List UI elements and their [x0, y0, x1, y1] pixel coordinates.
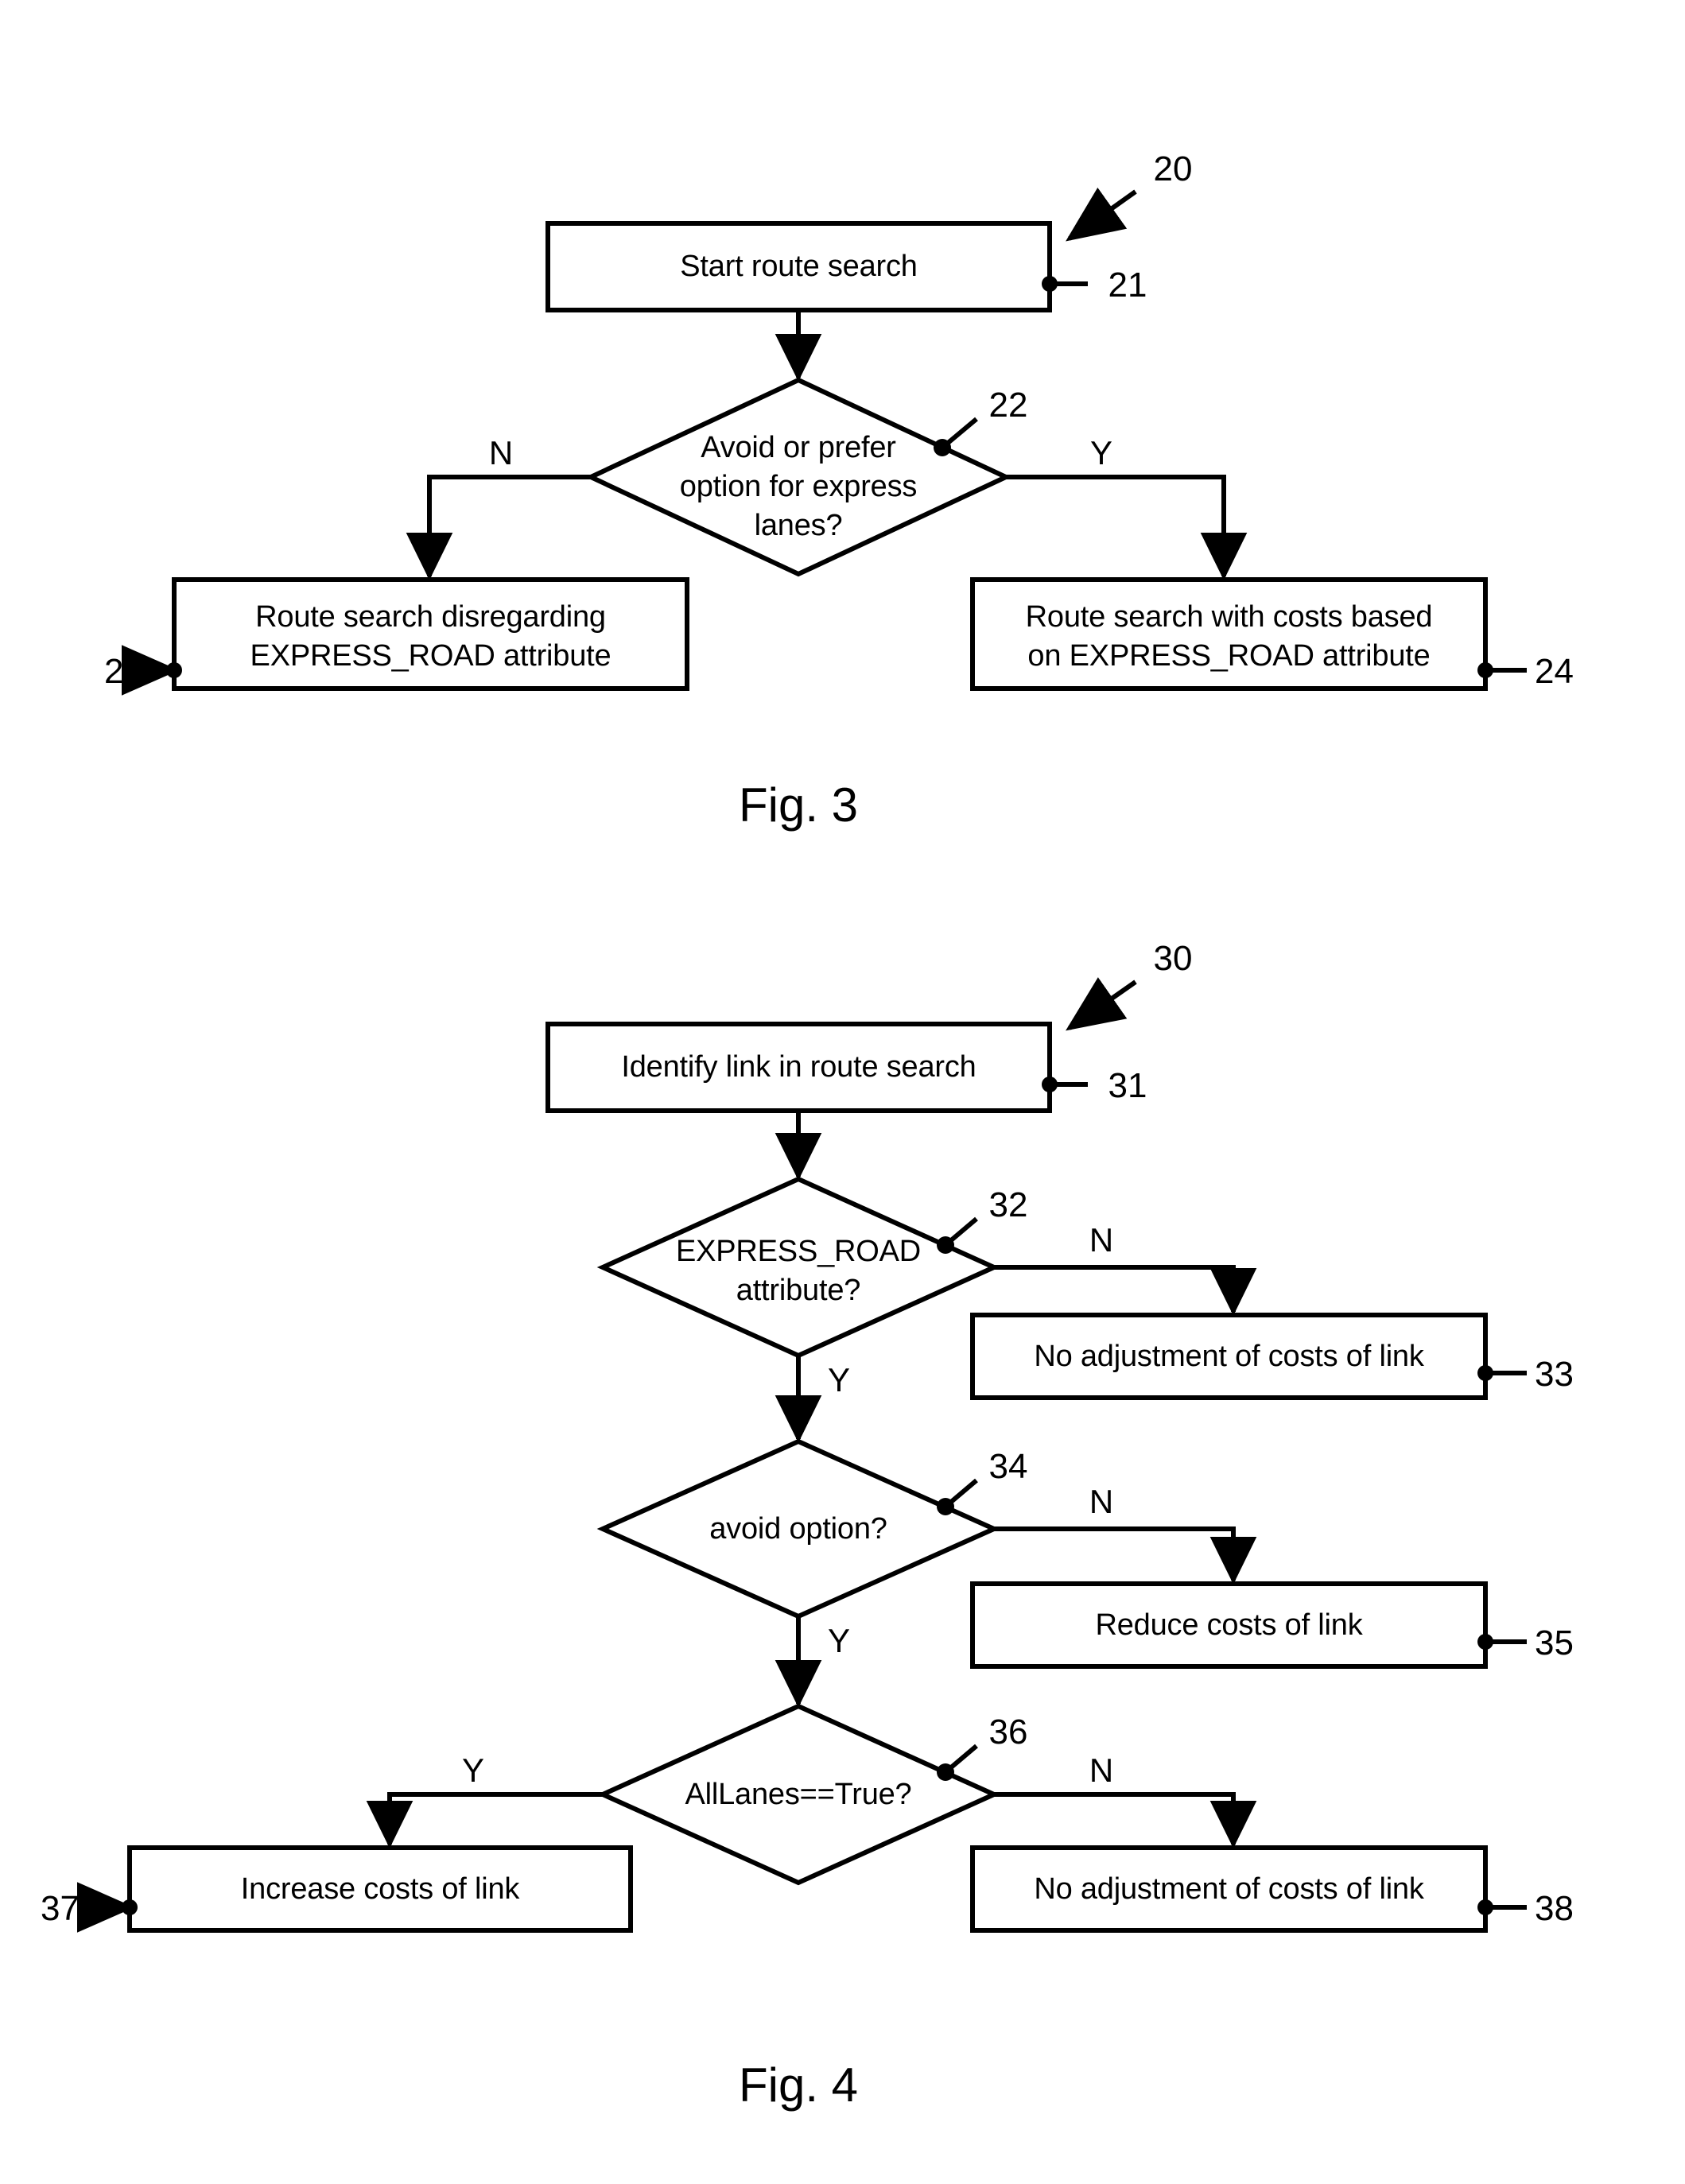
branch-label-36-y: Y — [461, 1751, 484, 1789]
ref-number-24: 24 — [1535, 652, 1574, 691]
node-33-label: No adjustment of costs of link — [1034, 1339, 1424, 1373]
branch-label-32-y: Y — [827, 1361, 850, 1398]
ref-number-22: 22 — [988, 386, 1028, 425]
ref-number-32: 32 — [988, 1185, 1028, 1224]
node-24-label-line1: Route search with costs based — [1025, 600, 1433, 634]
branch-label-22-y: Y — [1089, 434, 1112, 471]
edge-36-38 — [994, 1792, 1257, 1848]
edge-22-24 — [1006, 475, 1248, 580]
ref-number-31: 31 — [1108, 1066, 1147, 1105]
node-36-label: AllLanes==True? — [685, 1777, 912, 1811]
ref-number-36: 36 — [988, 1713, 1028, 1751]
node-23-label-line1: Route search disregarding — [255, 600, 606, 634]
ref-leader-30 — [1066, 977, 1137, 1031]
ref-number-38: 38 — [1535, 1889, 1574, 1928]
figure-caption-3: Fig. 3 — [738, 778, 859, 832]
ref-number-23: 23 — [104, 652, 143, 691]
node-37-label: Increase costs of link — [240, 1872, 520, 1906]
node-38-label: No adjustment of costs of link — [1034, 1872, 1424, 1906]
ref-number-20: 20 — [1153, 149, 1193, 188]
ref-tick-36 — [944, 1744, 978, 1775]
ref-number-21: 21 — [1108, 266, 1147, 305]
ref-number-35: 35 — [1535, 1623, 1574, 1662]
branch-label-36-n: N — [1089, 1751, 1114, 1789]
node-32-label-line1: EXPRESS_ROAD — [675, 1235, 922, 1268]
branch-label-34-y: Y — [827, 1622, 850, 1659]
node-22-label-line2: option for express — [679, 470, 918, 503]
ref-number-30: 30 — [1153, 939, 1193, 978]
node-32-label-line2: attribute? — [736, 1274, 861, 1307]
ref-number-37: 37 — [41, 1889, 80, 1928]
node-24-label-line2: on EXPRESS_ROAD attribute — [1027, 639, 1431, 673]
node-21-label: Start route search — [680, 250, 918, 284]
node-34-label: avoid option? — [709, 1511, 887, 1546]
node-22-label-line3: lanes? — [754, 509, 843, 542]
ref-number-33: 33 — [1535, 1355, 1574, 1394]
branch-label-22-n: N — [488, 434, 514, 471]
edge-22-23 — [406, 475, 591, 580]
ref-tick-34 — [944, 1478, 978, 1509]
node-35-label: Reduce costs of link — [1095, 1608, 1363, 1642]
node-23-label-line2: EXPRESS_ROAD attribute — [250, 639, 611, 673]
edge-36-37 — [366, 1792, 603, 1848]
edge-34-35 — [994, 1526, 1257, 1585]
edge-32-33 — [994, 1265, 1257, 1316]
branch-label-34-n: N — [1089, 1483, 1114, 1520]
figure-caption-4: Fig. 4 — [738, 2058, 859, 2112]
ref-number-34: 34 — [988, 1447, 1028, 1486]
branch-label-32-n: N — [1089, 1221, 1114, 1259]
ref-leader-20 — [1066, 187, 1137, 242]
node-31-label: Identify link in route search — [621, 1050, 976, 1084]
patent-figure-sheet: 20 Start route search 21 Avoid or prefer… — [0, 0, 1685, 2184]
node-22-label-line1: Avoid or prefer — [701, 431, 896, 464]
